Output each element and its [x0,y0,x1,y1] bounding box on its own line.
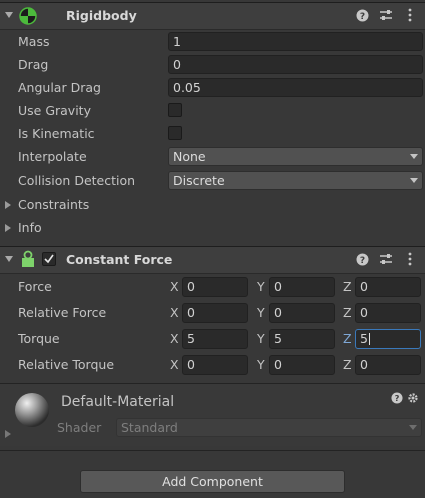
x-axis-label: X [170,305,179,320]
material-section: Default-Material Shader Standard ? [0,384,425,446]
chevron-down-icon [409,425,417,430]
z-axis-label: Z [343,331,352,346]
material-header-buttons: ? [391,392,419,407]
foldout-collapsed-icon [5,201,11,209]
y-axis-label: Y [257,305,265,320]
foldout-collapsed-icon [5,224,11,232]
angular-drag-row: Angular Drag 0.05 [0,77,425,99]
presets-icon[interactable] [379,8,393,22]
info-foldout[interactable]: Info [0,217,425,239]
help-icon[interactable]: ? [391,392,403,407]
collision-detection-label: Collision Detection [18,173,136,188]
vector-row-label: Force [18,279,52,294]
shader-label: Shader [57,420,102,435]
enabled-checkbox[interactable] [42,252,56,266]
add-component-button[interactable]: Add Component [80,470,345,493]
svg-text:?: ? [359,256,364,266]
force-z-field[interactable]: 0 [355,277,421,297]
context-menu-icon[interactable] [403,8,417,22]
relative-force-z-field[interactable]: 0 [355,303,421,323]
context-menu-icon[interactable] [403,252,417,266]
shader-dropdown[interactable]: Standard [116,418,422,437]
vector-row-label: Relative Torque [18,357,115,372]
force-x-field[interactable]: 0 [182,277,248,297]
mass-label: Mass [18,34,50,49]
rigidbody-header[interactable]: Rigidbody ? [0,2,425,30]
torque-z-field[interactable]: 5 [355,329,421,349]
drag-label: Drag [18,57,49,72]
y-axis-label: Y [257,357,265,372]
is-kinematic-row: Is Kinematic [0,123,425,145]
mass-field[interactable]: 1 [168,32,423,51]
is-kinematic-label: Is Kinematic [18,126,95,141]
interpolate-dropdown[interactable]: None [168,147,423,166]
foldout-expanded-icon[interactable] [5,12,13,18]
y-axis-label: Y [257,331,265,346]
torque-row: Torque X 5 Y 5 Z 5 [0,328,425,350]
z-axis-label: Z [343,305,352,320]
checkmark-icon [44,254,54,264]
torque-x-field[interactable]: 5 [182,329,248,349]
x-axis-label: X [170,279,179,294]
interpolate-row: Interpolate None [0,146,425,168]
constant-force-title: Constant Force [66,252,173,267]
shader-value: Standard [121,420,178,435]
x-axis-label: X [170,331,179,346]
relative-torque-row: Relative Torque X 0 Y 0 Z 0 [0,354,425,376]
constant-force-icon [19,250,37,271]
material-name: Default-Material [61,394,175,410]
collision-detection-value: Discrete [173,173,225,188]
presets-icon[interactable] [379,252,393,266]
vector-row-label: Relative Force [18,305,107,320]
relative-force-x-field[interactable]: 0 [182,303,248,323]
svg-text:?: ? [359,12,364,22]
svg-text:?: ? [395,393,400,403]
interpolate-value: None [173,149,206,164]
angular-drag-label: Angular Drag [18,80,101,95]
relative-torque-x-field[interactable]: 0 [182,355,248,375]
mass-row: Mass 1 [0,31,425,53]
constant-force-header[interactable]: Constant Force ? [0,246,425,274]
torque-z-value: 5 [360,331,368,346]
foldout-expanded-icon[interactable] [5,256,13,262]
drag-field[interactable]: 0 [168,55,423,74]
constraints-foldout[interactable]: Constraints [0,194,425,216]
divider [0,450,425,451]
collision-detection-dropdown[interactable]: Discrete [168,171,423,190]
x-axis-label: X [170,357,179,372]
help-icon[interactable]: ? [355,8,369,22]
material-foldout-icon[interactable] [5,430,11,438]
material-sphere-icon [14,392,50,431]
z-axis-label: Z [343,357,352,372]
force-y-field[interactable]: 0 [269,277,335,297]
angular-drag-field[interactable]: 0.05 [168,78,423,97]
y-axis-label: Y [257,279,265,294]
constraints-label: Constraints [18,197,90,212]
z-axis-label: Z [343,279,352,294]
use-gravity-row: Use Gravity [0,100,425,122]
relative-torque-z-field[interactable]: 0 [355,355,421,375]
use-gravity-label: Use Gravity [18,103,91,118]
info-label: Info [18,220,42,235]
relative-force-y-field[interactable]: 0 [269,303,335,323]
help-icon[interactable]: ? [355,252,369,266]
relative-torque-y-field[interactable]: 0 [269,355,335,375]
chevron-down-icon [410,178,418,183]
force-row: Force X 0 Y 0 Z 0 [0,276,425,298]
use-gravity-checkbox[interactable] [168,103,182,117]
torque-y-field[interactable]: 5 [269,329,335,349]
interpolate-label: Interpolate [18,149,87,164]
is-kinematic-checkbox[interactable] [168,126,182,140]
drag-row: Drag 0 [0,54,425,76]
relative-force-row: Relative Force X 0 Y 0 Z 0 [0,302,425,324]
rigidbody-title: Rigidbody [66,8,137,23]
settings-icon[interactable] [407,392,419,407]
vector-row-label: Torque [18,331,60,346]
text-cursor [368,333,370,345]
rigidbody-icon [19,7,37,28]
collision-detection-row: Collision Detection Discrete [0,170,425,192]
chevron-down-icon [410,154,418,159]
